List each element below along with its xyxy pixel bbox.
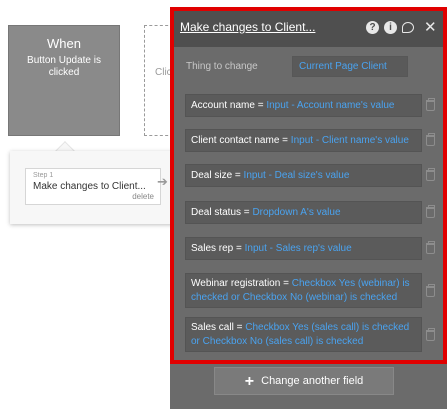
trash-icon[interactable] xyxy=(426,133,435,146)
field-row-sales-call[interactable]: Sales call = Checkbox Yes (sales call) i… xyxy=(185,317,422,352)
trash-icon[interactable] xyxy=(426,328,435,341)
field-name: Sales rep xyxy=(191,243,234,254)
trash-icon[interactable] xyxy=(426,98,435,111)
help-icon[interactable]: ? xyxy=(366,21,379,34)
info-icon[interactable]: i xyxy=(384,21,397,34)
field-value[interactable]: Dropdown A's value xyxy=(252,207,340,218)
close-icon[interactable]: ✕ xyxy=(424,18,437,36)
field-name: Deal status xyxy=(191,207,242,218)
step-number: Step 1 xyxy=(33,172,54,179)
field-row-deal-status[interactable]: Deal status = Dropdown A's value xyxy=(185,201,422,224)
plus-icon: + xyxy=(244,373,255,390)
comment-icon[interactable] xyxy=(402,22,414,33)
field-name: Client contact name xyxy=(191,135,280,146)
field-row-account-name[interactable]: Account name = Input - Account name's va… xyxy=(185,94,422,117)
field-value[interactable]: Input - Deal size's value xyxy=(244,170,350,181)
change-another-field-label: Change another field xyxy=(261,375,364,387)
field-row-client-contact-name[interactable]: Client contact name = Input - Client nam… xyxy=(185,129,422,152)
trash-icon[interactable] xyxy=(426,168,435,181)
field-row-webinar-registration[interactable]: Webinar registration = Checkbox Yes (web… xyxy=(185,273,422,308)
step-delete-link[interactable]: delete xyxy=(132,192,154,201)
workflow-steps-panel: Step 1 Make changes to Client... delete xyxy=(10,151,180,224)
event-when-label: When xyxy=(47,36,81,51)
thing-to-change-value[interactable]: Current Page Client xyxy=(292,56,408,77)
field-name: Account name xyxy=(191,100,255,111)
trash-icon[interactable] xyxy=(426,241,435,254)
field-value[interactable]: Input - Client name's value xyxy=(291,135,409,146)
editor-header: Make changes to Client... ? i ✕ xyxy=(170,7,447,47)
trash-icon[interactable] xyxy=(426,284,435,297)
arrow-right-icon: ➔ xyxy=(157,174,168,189)
field-value[interactable]: Input - Sales rep's value xyxy=(245,243,352,254)
field-name: Sales call xyxy=(191,322,234,333)
event-description: Button Update is clicked xyxy=(27,55,101,78)
field-row-deal-size[interactable]: Deal size = Input - Deal size's value xyxy=(185,164,422,187)
step-card[interactable]: Step 1 Make changes to Client... delete xyxy=(25,168,161,205)
change-another-field-button[interactable]: + Change another field xyxy=(214,367,394,395)
field-value[interactable]: Input - Account name's value xyxy=(266,100,394,111)
field-row-sales-rep[interactable]: Sales rep = Input - Sales rep's value xyxy=(185,237,422,260)
property-editor: Make changes to Client... ? i ✕ Thing to… xyxy=(170,7,447,409)
field-name: Deal size xyxy=(191,170,233,181)
thing-to-change-label: Thing to change xyxy=(186,61,258,72)
field-name: Webinar registration xyxy=(191,278,281,289)
event-card[interactable]: When Button Update is clicked xyxy=(8,25,120,136)
thing-to-change-row: Thing to change Current Page Client xyxy=(186,56,426,80)
editor-title[interactable]: Make changes to Client... xyxy=(180,20,315,34)
trash-icon[interactable] xyxy=(426,205,435,218)
